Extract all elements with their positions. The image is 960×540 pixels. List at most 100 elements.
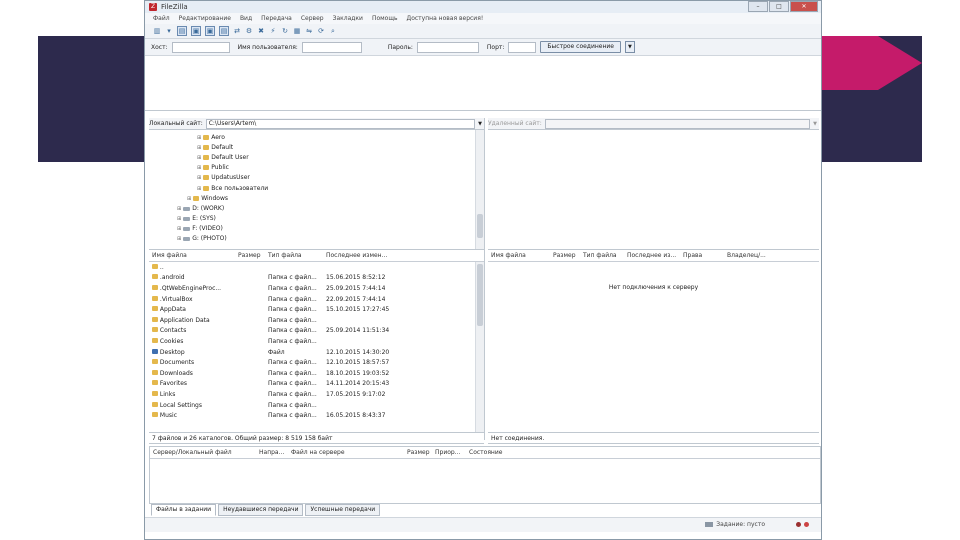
local-path-dropdown-icon[interactable]: ▼ <box>478 121 484 127</box>
local-path-input[interactable]: C:\Users\Artem\ <box>205 118 476 129</box>
col-modified[interactable]: Последнее из... <box>627 252 683 259</box>
col-size[interactable]: Размер <box>238 252 268 259</box>
tree-item-label: Windows <box>201 195 228 202</box>
refresh-icon[interactable]: ⇄ <box>233 27 241 35</box>
not-connected-message: Нет подключения к серверу <box>608 284 699 291</box>
col-owner[interactable]: Владелец/... <box>727 252 777 259</box>
remote-path-dropdown-icon[interactable]: ▼ <box>813 121 819 127</box>
username-input[interactable] <box>301 41 362 53</box>
tree-item[interactable]: ⊞ Windows <box>187 195 228 202</box>
quickconnect-button[interactable]: Быстрое соединение <box>540 41 621 53</box>
table-row[interactable]: .VirtualBox Папка с файл... 22.09.2015 7:4… <box>149 294 484 305</box>
menu-bookmarks[interactable]: Закладки <box>333 15 363 22</box>
site-dropdown-icon[interactable]: ▾ <box>165 27 173 35</box>
maximize-button[interactable]: □ <box>769 1 789 12</box>
cancel-icon[interactable]: ✖ <box>257 27 265 35</box>
slide-accent-arrow <box>878 36 922 90</box>
menu-view[interactable]: Вид <box>240 15 252 22</box>
col-status[interactable]: Состояние <box>469 449 502 456</box>
file-list-scroll-thumb[interactable] <box>477 264 483 326</box>
drive-icon <box>183 216 191 221</box>
table-row[interactable]: .android Папка с файл... 15.06.2015 8:52:1… <box>149 273 484 284</box>
table-row[interactable]: Desktop Файл 12.10.2015 14:30:20 <box>149 347 484 358</box>
toggle-log-icon[interactable]: ▤ <box>177 26 187 36</box>
col-size[interactable]: Размер <box>407 449 435 456</box>
tree-item[interactable]: ⊞ Aero <box>197 134 225 141</box>
tree-item[interactable]: ⊞ UpdatusUser <box>197 174 250 181</box>
remote-file-header: Имя файла Размер Тип файла Последнее из.… <box>488 250 819 262</box>
tree-item[interactable]: ⊞ Default <box>197 144 233 151</box>
folder-icon <box>152 274 158 280</box>
menu-server[interactable]: Сервер <box>301 15 324 22</box>
toggle-queue-icon[interactable]: ▤ <box>219 26 229 36</box>
tree-item[interactable]: ⊞ E: (SYS) <box>177 215 216 222</box>
remote-file-list: Нет подключения к серверу <box>488 262 819 432</box>
filter-icon[interactable]: ▦ <box>293 27 301 35</box>
reconnect-icon[interactable]: ↻ <box>281 27 289 35</box>
tree-scroll-thumb[interactable] <box>477 214 483 238</box>
queue-status: Задание: пусто <box>705 521 765 528</box>
table-row[interactable]: Local Settings Папка с файл... <box>149 400 484 411</box>
menu-help[interactable]: Помощь <box>372 15 398 22</box>
message-log[interactable] <box>145 56 821 111</box>
col-direction[interactable]: Напра... <box>259 449 291 456</box>
process-queue-icon[interactable]: ⚙ <box>245 27 253 35</box>
file-name: Favorites <box>159 380 188 388</box>
table-row[interactable]: Documents Папка с файл... 12.10.2015 18:57… <box>149 357 484 368</box>
file-list-scrollbar[interactable] <box>475 262 484 432</box>
table-row[interactable]: .QtWebEngineProc... Папка с файл... 25.09.… <box>149 283 484 294</box>
menu-transfer[interactable]: Передача <box>261 15 292 22</box>
tree-item[interactable]: ⊞ G: (PHOTO) <box>177 235 227 242</box>
col-type[interactable]: Тип файла <box>268 252 326 259</box>
tab-queued-files[interactable]: Файлы в задании <box>151 504 217 516</box>
col-filename[interactable]: Имя файла <box>149 252 238 259</box>
tab-failed-transfers[interactable]: Неудавшиеся передачи <box>218 504 304 516</box>
tree-item[interactable]: ⊞ Default User <box>197 154 249 161</box>
tree-item[interactable]: ⊞ D: (WORK) <box>177 205 224 212</box>
site-manager-icon[interactable]: ▥ <box>153 27 161 35</box>
col-priority[interactable]: Приор... <box>435 449 469 456</box>
table-row[interactable]: AppData Папка с файл... 15.10.2015 17:27:4… <box>149 304 484 315</box>
disconnect-icon[interactable]: ⚡ <box>269 27 277 35</box>
compare-icon[interactable]: ⇋ <box>305 27 313 35</box>
toggle-tree-local-icon[interactable]: ▣ <box>191 26 201 36</box>
quickconnect-dropdown[interactable]: ▼ <box>624 41 635 53</box>
port-input[interactable] <box>508 41 537 53</box>
table-row[interactable]: Cookies Папка с файл... <box>149 336 484 347</box>
local-file-list: .. .android Папка с файл... 15.06.2015 8:5… <box>149 262 484 432</box>
table-row[interactable]: Application Data Папка с файл... <box>149 315 484 326</box>
sync-browse-icon[interactable]: ⟳ <box>317 27 325 35</box>
col-size[interactable]: Размер <box>553 252 583 259</box>
col-modified[interactable]: Последнее измен... <box>326 252 406 259</box>
close-button[interactable]: ✕ <box>790 1 818 12</box>
menu-new-version[interactable]: Доступна новая версия! <box>407 15 484 22</box>
table-row[interactable]: Favorites Папка с файл... 14.11.2014 20:15… <box>149 379 484 390</box>
table-row[interactable]: Music Папка с файл... 16.05.2015 8:43:37 <box>149 410 484 421</box>
col-type[interactable]: Тип файла <box>583 252 627 259</box>
col-local-file[interactable]: Сервер/Локальный файл <box>150 449 259 456</box>
menu-edit[interactable]: Редактирование <box>179 15 231 22</box>
tree-item[interactable]: ⊞ Public <box>197 164 229 171</box>
local-site-label: Локальный сайт: <box>149 120 203 127</box>
port-label: Порт: <box>486 43 505 51</box>
search-icon[interactable]: ⌕ <box>329 27 337 35</box>
col-filename[interactable]: Имя файла <box>488 252 553 259</box>
table-row[interactable]: .. <box>149 262 484 273</box>
col-permissions[interactable]: Права <box>683 252 727 259</box>
tree-item[interactable]: ⊞ Все пользователи <box>197 185 268 192</box>
tree-item[interactable]: ⊞ F: (VIDEO) <box>177 225 223 232</box>
menu-file[interactable]: Файл <box>153 15 170 22</box>
remote-path-input[interactable] <box>544 118 811 129</box>
table-row[interactable]: Contacts Папка с файл... 25.09.2014 11:51:… <box>149 326 484 337</box>
col-remote-file[interactable]: Файл на сервере <box>291 449 407 456</box>
minimize-button[interactable]: – <box>748 1 768 12</box>
folder-icon <box>152 306 158 312</box>
password-input[interactable] <box>416 41 479 53</box>
table-row[interactable]: Downloads Папка с файл... 18.10.2015 19:03… <box>149 368 484 379</box>
host-input[interactable] <box>171 41 230 53</box>
tab-successful-transfers[interactable]: Успешные передачи <box>305 504 381 516</box>
toggle-tree-remote-icon[interactable]: ▣ <box>205 26 215 36</box>
tree-scrollbar[interactable] <box>475 130 484 249</box>
file-name: Downloads <box>159 369 193 377</box>
table-row[interactable]: Links Папка с файл... 17.05.2015 9:17:02 <box>149 389 484 400</box>
